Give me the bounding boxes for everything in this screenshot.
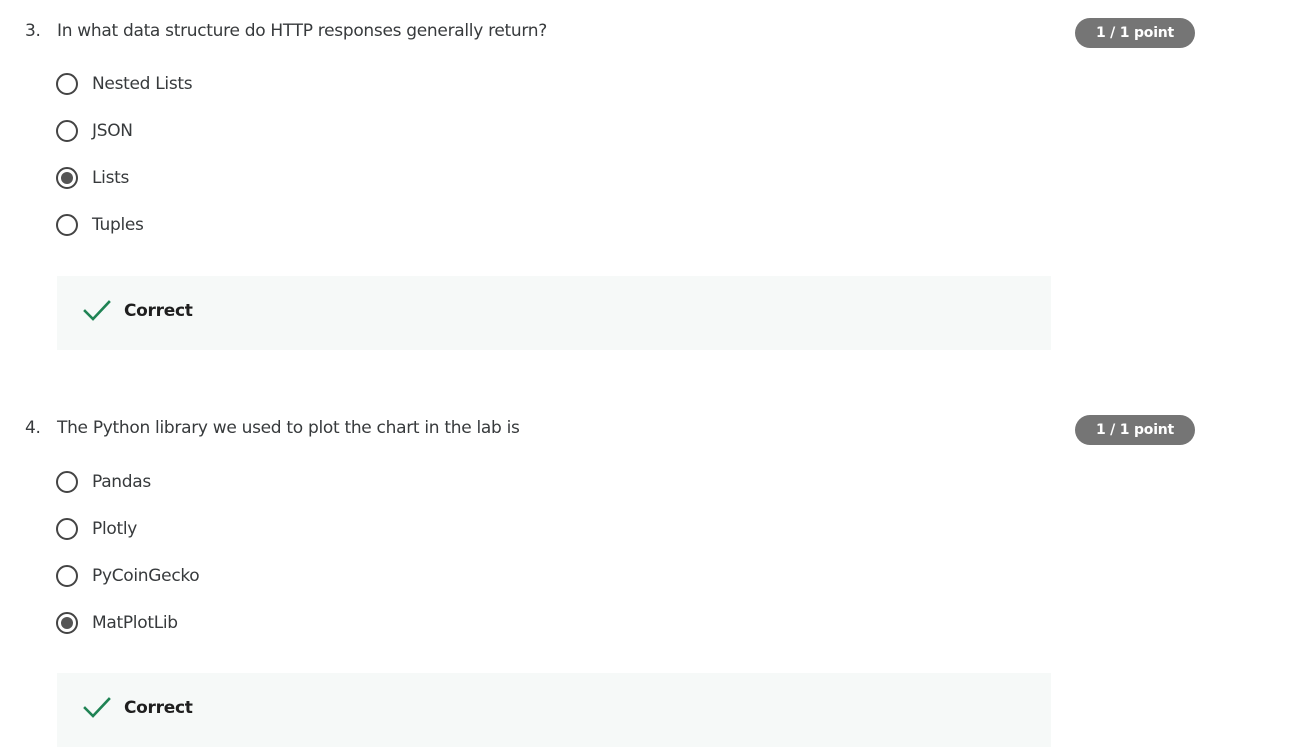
radio-button[interactable] [56, 471, 78, 493]
option-label: JSON [92, 121, 133, 141]
option-label: MatPlotLib [92, 613, 178, 633]
option-label: PyCoinGecko [92, 566, 200, 586]
radio-button[interactable] [56, 214, 78, 236]
radio-button[interactable] [56, 565, 78, 587]
option-nested-lists[interactable]: Nested Lists [56, 71, 193, 97]
feedback-label: Correct [124, 698, 193, 718]
checkmark-icon [83, 697, 111, 718]
feedback-label: Correct [124, 301, 193, 321]
score-badge: 1 / 1 point [1075, 18, 1195, 48]
option-label: Nested Lists [92, 74, 193, 94]
option-matplotlib[interactable]: MatPlotLib [56, 610, 178, 636]
option-json[interactable]: JSON [56, 118, 133, 144]
radio-button[interactable] [56, 518, 78, 540]
question-text: The Python library we used to plot the c… [57, 418, 520, 438]
question-text: In what data structure do HTTP responses… [57, 21, 547, 41]
option-tuples[interactable]: Tuples [56, 212, 144, 238]
option-plotly[interactable]: Plotly [56, 516, 137, 542]
question-number: 3. [25, 21, 41, 41]
option-pycoingecko[interactable]: PyCoinGecko [56, 563, 200, 589]
radio-button[interactable] [56, 73, 78, 95]
option-label: Lists [92, 168, 130, 188]
option-label: Plotly [92, 519, 138, 539]
checkmark-icon [83, 300, 111, 321]
option-lists[interactable]: Lists [56, 165, 129, 191]
score-badge: 1 / 1 point [1075, 415, 1195, 445]
feedback-box: Correct [57, 276, 1051, 350]
option-label: Pandas [92, 472, 151, 492]
feedback-box: Correct [57, 673, 1051, 747]
option-label: Tuples [92, 215, 144, 235]
option-pandas[interactable]: Pandas [56, 469, 151, 495]
radio-button-selected[interactable] [56, 167, 78, 189]
radio-button-selected[interactable] [56, 612, 78, 634]
radio-button[interactable] [56, 120, 78, 142]
question-number: 4. [25, 418, 41, 438]
